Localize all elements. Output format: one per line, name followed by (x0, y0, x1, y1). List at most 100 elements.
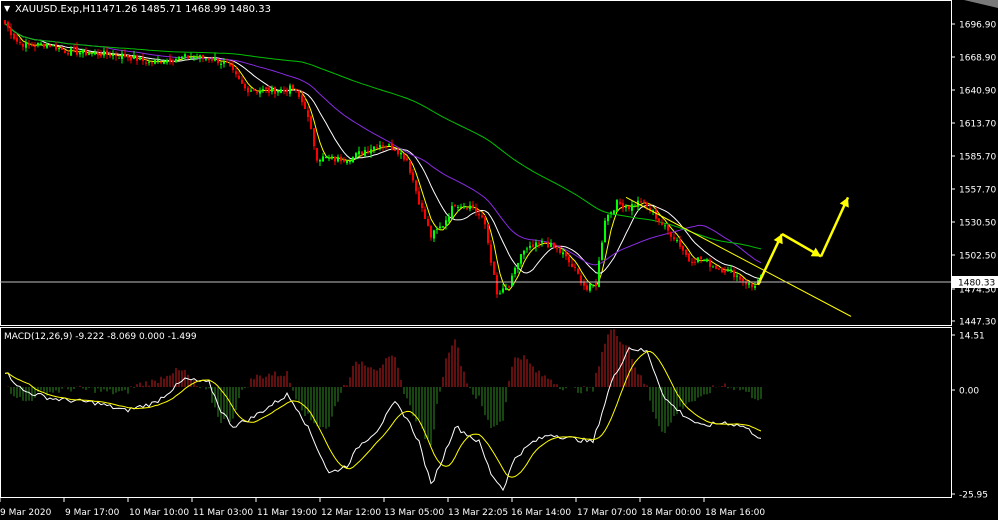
candle-body (520, 254, 522, 264)
candle-body (628, 206, 630, 210)
candle-body (658, 218, 660, 222)
candle-body (424, 209, 426, 219)
candle-body (589, 284, 591, 291)
candle-body (451, 205, 453, 218)
candle-body (226, 61, 228, 63)
candle-body (34, 46, 36, 48)
candle-body (64, 50, 66, 54)
candle-body (160, 61, 162, 64)
candle-body (397, 149, 399, 155)
candle-body (142, 57, 144, 62)
candle-body (448, 216, 450, 222)
price-tick: 1502.50 (959, 252, 996, 262)
macd-series (4, 329, 762, 492)
candle-body (172, 60, 174, 62)
candle-body (514, 267, 516, 275)
candle-body (472, 204, 474, 208)
candle-body (508, 286, 510, 288)
candle-body (502, 288, 504, 293)
candle-body (475, 207, 477, 213)
time-label: 9 Mar 17:00 (65, 508, 120, 518)
annotations (625, 196, 852, 317)
candle-body (562, 252, 564, 255)
candle-body (532, 244, 534, 247)
candle-body (691, 261, 693, 264)
candle-body (682, 245, 684, 251)
candle-body (457, 206, 459, 208)
candle-body (118, 57, 120, 59)
candle-body (253, 89, 255, 91)
moving-average-100 (4, 23, 762, 250)
trendline (625, 196, 852, 317)
collapse-arrow-icon[interactable]: ▼ (4, 4, 11, 13)
candle-body (97, 52, 99, 56)
candle-body (388, 144, 390, 146)
candle-body (709, 260, 711, 267)
candle-body (670, 232, 672, 237)
candle-body (136, 55, 138, 61)
candle-body (88, 53, 90, 55)
candle-body (373, 146, 375, 150)
candle-body (61, 47, 63, 50)
candle-body (688, 253, 690, 262)
candle-body (313, 128, 315, 147)
candle-body (145, 62, 147, 64)
candle-body (52, 44, 54, 46)
candlestick-chart[interactable]: ▼ XAUUSD.Exp,H1 1471.26 1485.71 1468.99 … (0, 0, 998, 520)
candle-body (679, 239, 681, 247)
candle-body (463, 206, 465, 208)
candle-body (577, 268, 579, 274)
candle-body (616, 200, 618, 212)
candle-body (481, 215, 483, 218)
candle-body (49, 44, 51, 47)
candle-body (586, 285, 588, 290)
candle-body (115, 54, 117, 57)
candle-body (403, 153, 405, 160)
candle-body (559, 248, 561, 253)
candle-body (496, 275, 498, 295)
candle-body (739, 276, 741, 280)
candle-body (241, 79, 243, 84)
macd-tick: 14.51 (959, 332, 985, 342)
candle-body (592, 284, 594, 286)
time-axis: 9 Mar 2020 9 Mar 17:00 10 Mar 10:00 11 M… (0, 498, 765, 518)
candle-body (568, 256, 570, 263)
candle-body (454, 204, 456, 207)
candle-body (604, 220, 606, 243)
candle-body (382, 145, 384, 147)
candle-body (139, 57, 141, 60)
candle-body (193, 57, 195, 59)
candle-body (301, 95, 303, 103)
candle-body (127, 55, 129, 58)
scroll-marker-icon[interactable] (964, 0, 998, 8)
candle-body (721, 267, 723, 273)
macd-label: MACD(12,26,9) -9.222 -8.069 0.000 -1.499 (4, 332, 197, 342)
candle-body (289, 85, 291, 94)
candle-body (340, 156, 342, 162)
time-label: 9 Mar 2020 (0, 508, 52, 518)
candle-body (109, 54, 111, 57)
candle-body (595, 282, 597, 287)
time-label: 11 Mar 19:00 (257, 508, 317, 518)
candle-body (364, 150, 366, 156)
price-tick: 1668.90 (959, 54, 996, 64)
candle-body (10, 28, 12, 36)
candle-body (196, 57, 198, 59)
candle-body (256, 91, 258, 93)
candle-body (214, 57, 216, 61)
candle-body (409, 161, 411, 173)
candle-body (547, 241, 549, 248)
candle-body (334, 156, 336, 162)
candle-body (304, 101, 306, 110)
time-label: 18 Mar 00:00 (641, 508, 701, 518)
candle-body (274, 87, 276, 94)
candle-body (13, 33, 15, 39)
candle-body (751, 284, 753, 288)
macd-tick: -25.95 (959, 491, 988, 501)
ohlc-readout: 1471.26 1485.71 1468.99 1480.33 (96, 4, 271, 15)
candle-body (100, 54, 102, 57)
candle-body (469, 205, 471, 210)
time-label: 13 Mar 05:00 (384, 508, 444, 518)
candle-body (325, 156, 327, 158)
candle-body (466, 208, 468, 210)
